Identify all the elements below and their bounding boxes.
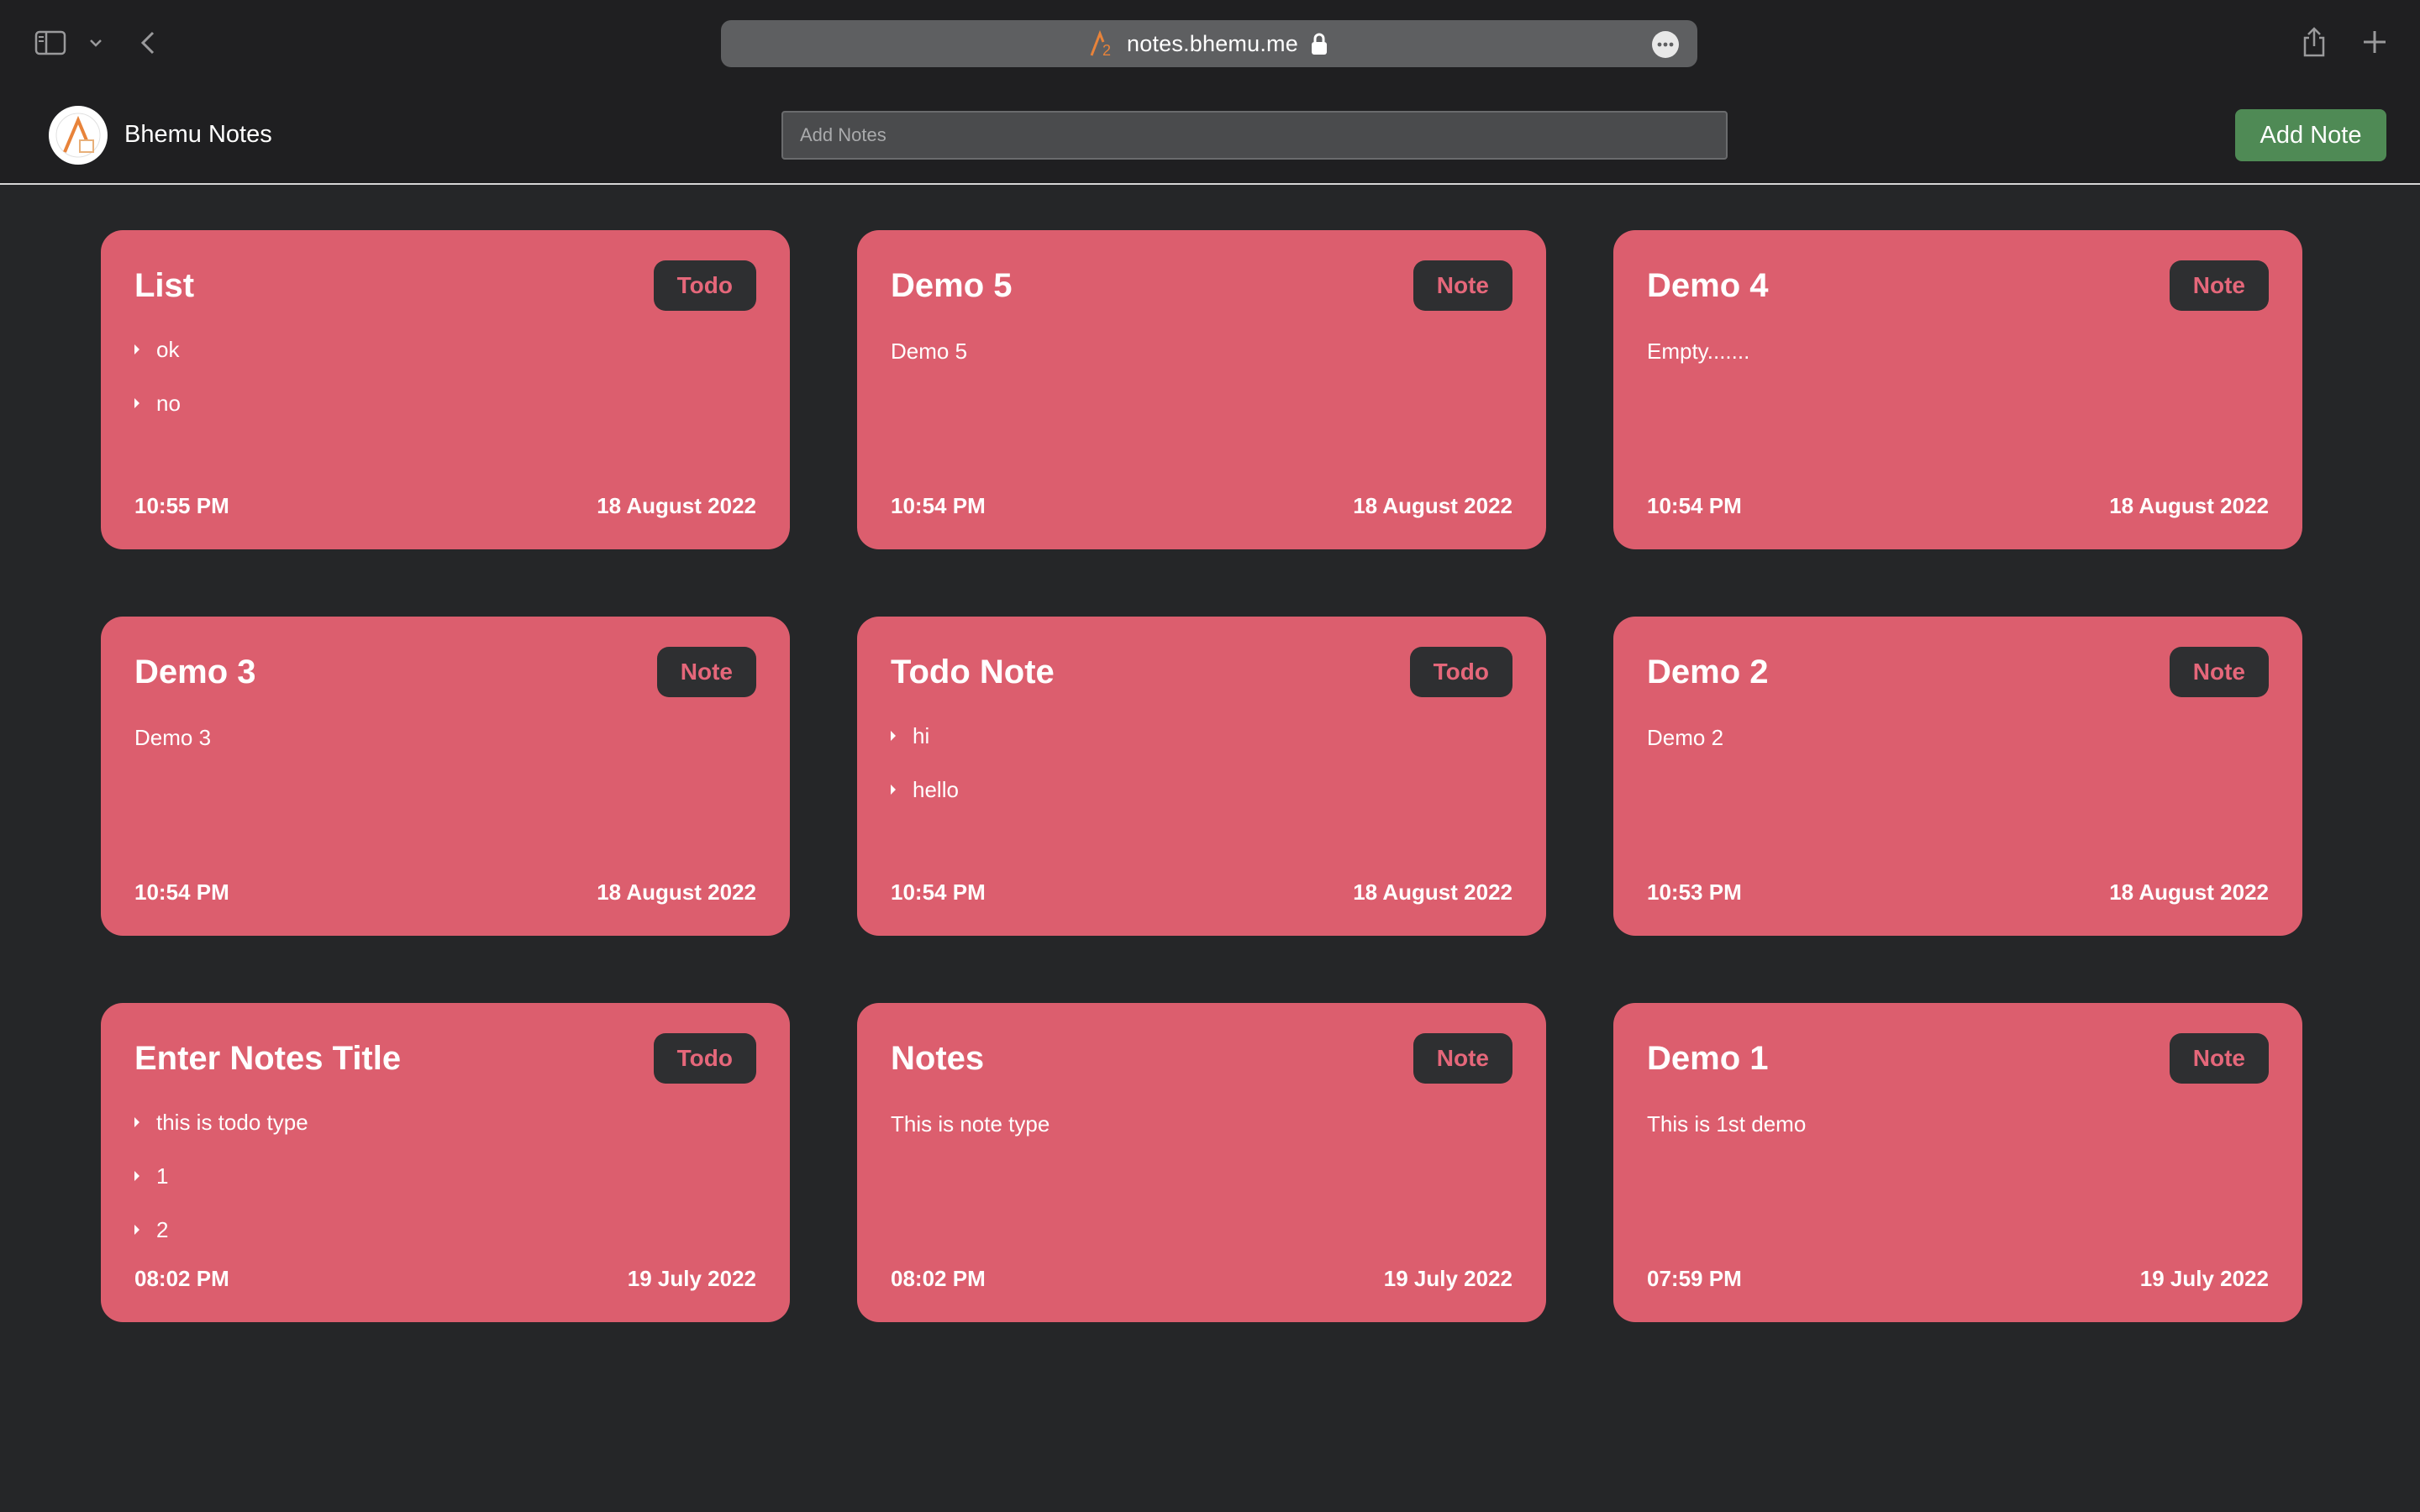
note-date: 18 August 2022 [2109, 879, 2269, 905]
note-time: 07:59 PM [1647, 1266, 1742, 1291]
address-url: notes.bhemu.me [1127, 30, 1298, 56]
bullet-icon [134, 344, 139, 354]
note-card[interactable]: Demo 5 Note Demo 5 10:54 PM 18 August 2022 [857, 230, 1546, 549]
plus-icon[interactable] [2360, 27, 2390, 57]
bullet-icon [134, 398, 139, 408]
note-type-badge[interactable]: Todo [653, 260, 756, 311]
note-title: Demo 5 [891, 267, 1013, 304]
note-title: Todo Note [891, 654, 1055, 690]
todo-item: no [134, 390, 181, 444]
note-card[interactable]: Notes Note This is note type 08:02 PM 19 Jul… [857, 1003, 1546, 1322]
note-type-badge[interactable]: Note [2169, 260, 2269, 311]
note-card[interactable]: Demo 3 Note Demo 3 10:54 PM 18 August 2022 [101, 617, 790, 936]
note-title: Demo 3 [134, 654, 256, 690]
bullet-icon [891, 731, 896, 741]
todo-item-text: no [156, 391, 181, 416]
note-type-badge[interactable]: Note [1413, 260, 1512, 311]
note-type-badge[interactable]: Note [2169, 1033, 2269, 1084]
note-title: Demo 4 [1647, 267, 1769, 304]
note-date: 19 July 2022 [627, 1266, 756, 1291]
note-title: Demo 1 [1647, 1040, 1769, 1077]
note-time: 08:02 PM [891, 1266, 986, 1291]
note-type-badge[interactable]: Todo [653, 1033, 756, 1084]
note-date: 18 August 2022 [597, 493, 756, 518]
note-card[interactable]: Demo 1 Note This is 1st demo 07:59 PM 19 Jul… [1613, 1003, 2302, 1322]
note-type-badge[interactable]: Note [656, 647, 756, 697]
note-title: Demo 2 [1647, 654, 1769, 690]
todo-item-text: this is todo type [156, 1110, 308, 1135]
note-date: 18 August 2022 [2109, 493, 2269, 518]
note-time: 10:54 PM [891, 493, 986, 518]
note-time: 08:02 PM [134, 1266, 229, 1291]
note-time: 10:53 PM [1647, 879, 1742, 905]
note-body: Demo 2 [1647, 725, 1724, 750]
note-title: Enter Notes Title [134, 1040, 402, 1077]
note-date: 18 August 2022 [1353, 879, 1512, 905]
note-body: This is note type [891, 1111, 1050, 1137]
lock-icon [1310, 32, 1328, 55]
address-bar[interactable]: 2 notes.bhemu.me [721, 20, 1697, 67]
more-options-icon[interactable] [1652, 31, 1679, 58]
note-time: 10:54 PM [134, 879, 229, 905]
note-card[interactable]: Demo 4 Note Empty....... 10:54 PM 18 August … [1613, 230, 2302, 549]
note-card[interactable]: Enter Notes Title Todo this is todo type 1 2… [101, 1003, 790, 1322]
note-title: Notes [891, 1040, 985, 1077]
chevron-down-icon[interactable] [87, 34, 104, 52]
note-card[interactable]: List Todo ok no 10:55 PM 18 August 2022 [101, 230, 790, 549]
todo-item-text: ok [156, 337, 180, 362]
note-body: This is 1st demo [1647, 1111, 1807, 1137]
bullet-icon [134, 1225, 139, 1235]
note-body: Demo 3 [134, 725, 212, 750]
share-icon[interactable] [2299, 25, 2329, 59]
note-type-badge[interactable]: Note [1413, 1033, 1512, 1084]
bullet-icon [134, 1171, 139, 1181]
note-type-badge[interactable]: Todo [1409, 647, 1512, 697]
todo-list: hi hello [891, 722, 959, 830]
note-type-badge[interactable]: Note [2169, 647, 2269, 697]
app-title: Bhemu Notes [124, 121, 272, 148]
notes-grid: List Todo ok no 10:55 PM 18 August 2022 Demo 5… [101, 230, 2302, 1322]
todo-list: this is todo type 1 2 [134, 1109, 308, 1270]
todo-item-text: hello [913, 777, 959, 802]
add-note-button[interactable]: Add Note [2235, 109, 2386, 161]
back-arrow-icon[interactable] [138, 29, 158, 57]
todo-item: 2 [134, 1216, 308, 1270]
todo-item: hi [891, 722, 959, 776]
todo-item: ok [134, 336, 181, 390]
note-date: 19 July 2022 [2139, 1266, 2269, 1291]
site-favicon-icon: 2 [1090, 30, 1115, 57]
note-date: 18 August 2022 [597, 879, 756, 905]
todo-item-text: 1 [156, 1163, 169, 1189]
browser-toolbar: 2 notes.bhemu.me [0, 0, 2420, 87]
todo-item: this is todo type [134, 1109, 308, 1163]
note-time: 10:54 PM [891, 879, 986, 905]
bullet-icon [891, 785, 896, 795]
todo-item: hello [891, 776, 959, 830]
bullet-icon [134, 1117, 139, 1127]
sidebar-toggle-icon[interactable] [34, 29, 67, 57]
note-date: 19 July 2022 [1383, 1266, 1512, 1291]
todo-item-text: hi [913, 723, 930, 748]
note-date: 18 August 2022 [1353, 493, 1512, 518]
todo-list: ok no [134, 336, 181, 444]
todo-item: 1 [134, 1163, 308, 1216]
app-header: Bhemu Notes Add Note [0, 87, 2420, 185]
note-title: List [134, 267, 195, 304]
note-time: 10:55 PM [134, 493, 229, 518]
note-body: Empty....... [1647, 339, 1750, 364]
todo-item-text: 2 [156, 1217, 169, 1242]
note-body: Demo 5 [891, 339, 968, 364]
logo[interactable] [49, 106, 108, 165]
note-card[interactable]: Todo Note Todo hi hello 10:54 PM 18 August 20… [857, 617, 1546, 936]
svg-text:2: 2 [1102, 42, 1111, 57]
add-notes-input[interactable] [781, 111, 1728, 160]
note-time: 10:54 PM [1647, 493, 1742, 518]
note-card[interactable]: Demo 2 Note Demo 2 10:53 PM 18 August 2022 [1613, 617, 2302, 936]
